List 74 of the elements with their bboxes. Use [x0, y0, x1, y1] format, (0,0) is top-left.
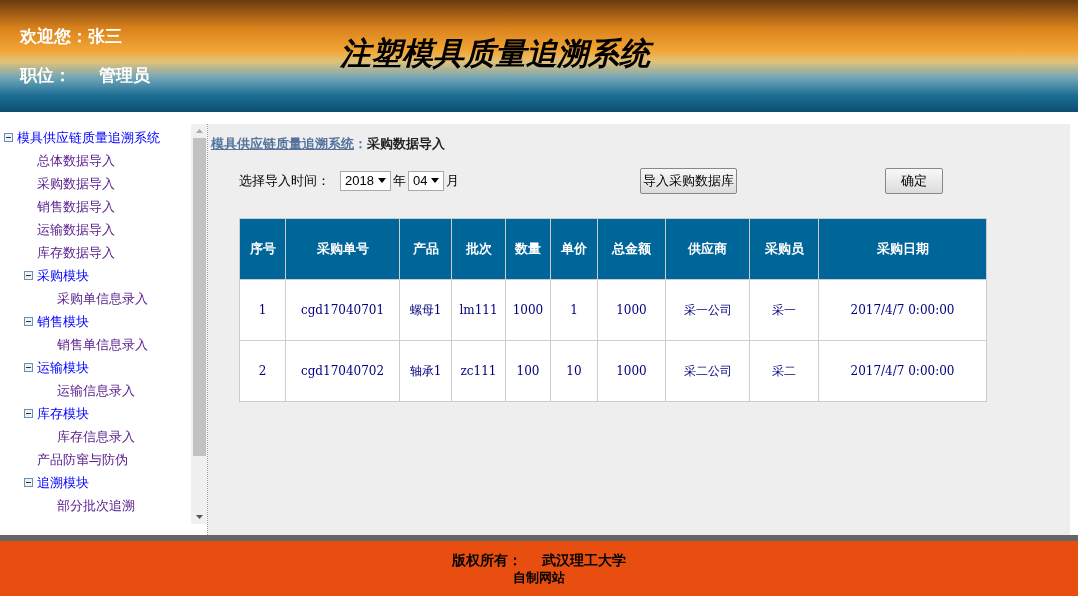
role-label: 职位：: [20, 64, 71, 87]
table-cell: 采一: [749, 279, 819, 340]
import-button[interactable]: 导入采购数据库: [640, 167, 738, 194]
collapse-icon[interactable]: [24, 363, 33, 372]
table-cell: 轴承1: [399, 340, 452, 401]
year-select[interactable]: 2018: [340, 170, 391, 191]
collapse-icon[interactable]: [24, 317, 33, 326]
tree-item[interactable]: 运输模块: [37, 357, 89, 378]
table-cell: 采二公司: [665, 340, 750, 401]
breadcrumb-current: 采购数据导入: [367, 135, 445, 153]
table-cell: cgd17040701: [285, 279, 400, 340]
collapse-icon[interactable]: [24, 478, 33, 487]
owner-name: 武汉理工大学: [542, 550, 626, 569]
table-cell: 1: [550, 279, 598, 340]
copyright-label: 版权所有：: [452, 550, 522, 569]
tree-item[interactable]: 产品防窜与防伪: [37, 449, 128, 470]
tree-item[interactable]: 销售数据导入: [37, 196, 115, 217]
collapse-icon[interactable]: [4, 133, 13, 142]
confirm-button[interactable]: 确定: [885, 167, 944, 194]
tree-item[interactable]: 采购单信息录入: [57, 288, 148, 309]
table-cell: 采二: [749, 340, 819, 401]
column-header: 总金额: [597, 218, 666, 279]
dropdown-icon: [377, 178, 386, 183]
table-cell: 采一公司: [665, 279, 750, 340]
table-cell: 1000: [597, 279, 666, 340]
column-header: 供应商: [665, 218, 750, 279]
tree-item[interactable]: 采购模块: [37, 265, 89, 286]
tree-item[interactable]: 总体数据导入: [37, 150, 115, 171]
table-cell: 螺母1: [399, 279, 452, 340]
tree-item[interactable]: 库存数据导入: [37, 242, 115, 263]
month-unit: 月: [446, 171, 460, 190]
column-header: 采购日期: [818, 218, 987, 279]
scroll-down-icon[interactable]: [195, 515, 203, 519]
table-cell: 10: [550, 340, 598, 401]
column-header: 产品: [399, 218, 452, 279]
year-unit: 年: [392, 171, 406, 190]
column-header: 采购员: [749, 218, 819, 279]
tree-item[interactable]: 运输信息录入: [57, 380, 135, 401]
user-role: 管理员: [99, 64, 150, 87]
table-cell: 100: [505, 340, 551, 401]
footer-note: 自制网站: [513, 568, 565, 587]
breadcrumb-link[interactable]: 模具供应链质量追溯系统: [211, 134, 354, 154]
tree-item[interactable]: 库存信息录入: [57, 426, 135, 447]
tree-item[interactable]: 追溯模块: [37, 472, 89, 493]
table-cell: 2017/4/7 0:00:00: [818, 340, 987, 401]
welcome-label: 欢迎您：: [20, 24, 88, 48]
scrollbar[interactable]: [191, 124, 207, 524]
breadcrumb-separator: ：: [354, 135, 367, 153]
collapse-icon[interactable]: [24, 271, 33, 280]
table-cell: 1: [239, 279, 286, 340]
collapse-icon[interactable]: [24, 409, 33, 418]
user-name: 张三: [88, 24, 122, 48]
table-cell: 2017/4/7 0:00:00: [818, 279, 987, 340]
dropdown-icon: [431, 178, 440, 183]
filter-label: 选择导入时间：: [239, 171, 330, 190]
table-cell: 1000: [505, 279, 551, 340]
tree-item[interactable]: 模具供应链质量追溯系统: [17, 127, 160, 148]
column-header: 单价: [550, 218, 598, 279]
table-cell: 1000: [597, 340, 666, 401]
tree-item[interactable]: 库存模块: [37, 403, 89, 424]
column-header: 批次: [451, 218, 506, 279]
tree-item[interactable]: 销售模块: [37, 311, 89, 332]
column-header: 采购单号: [285, 218, 400, 279]
tree-item[interactable]: 销售单信息录入: [57, 334, 148, 355]
column-header: 序号: [239, 218, 286, 279]
table-cell: zc111: [451, 340, 506, 401]
tree-item[interactable]: 运输数据导入: [37, 219, 115, 240]
table-cell: lm111: [451, 279, 506, 340]
table-cell: 2: [239, 340, 286, 401]
table-cell: cgd17040702: [285, 340, 400, 401]
month-select[interactable]: 04: [407, 170, 445, 191]
column-header: 数量: [505, 218, 551, 279]
tree-item[interactable]: 采购数据导入: [37, 173, 115, 194]
tree-item[interactable]: 部分批次追溯: [57, 495, 135, 516]
